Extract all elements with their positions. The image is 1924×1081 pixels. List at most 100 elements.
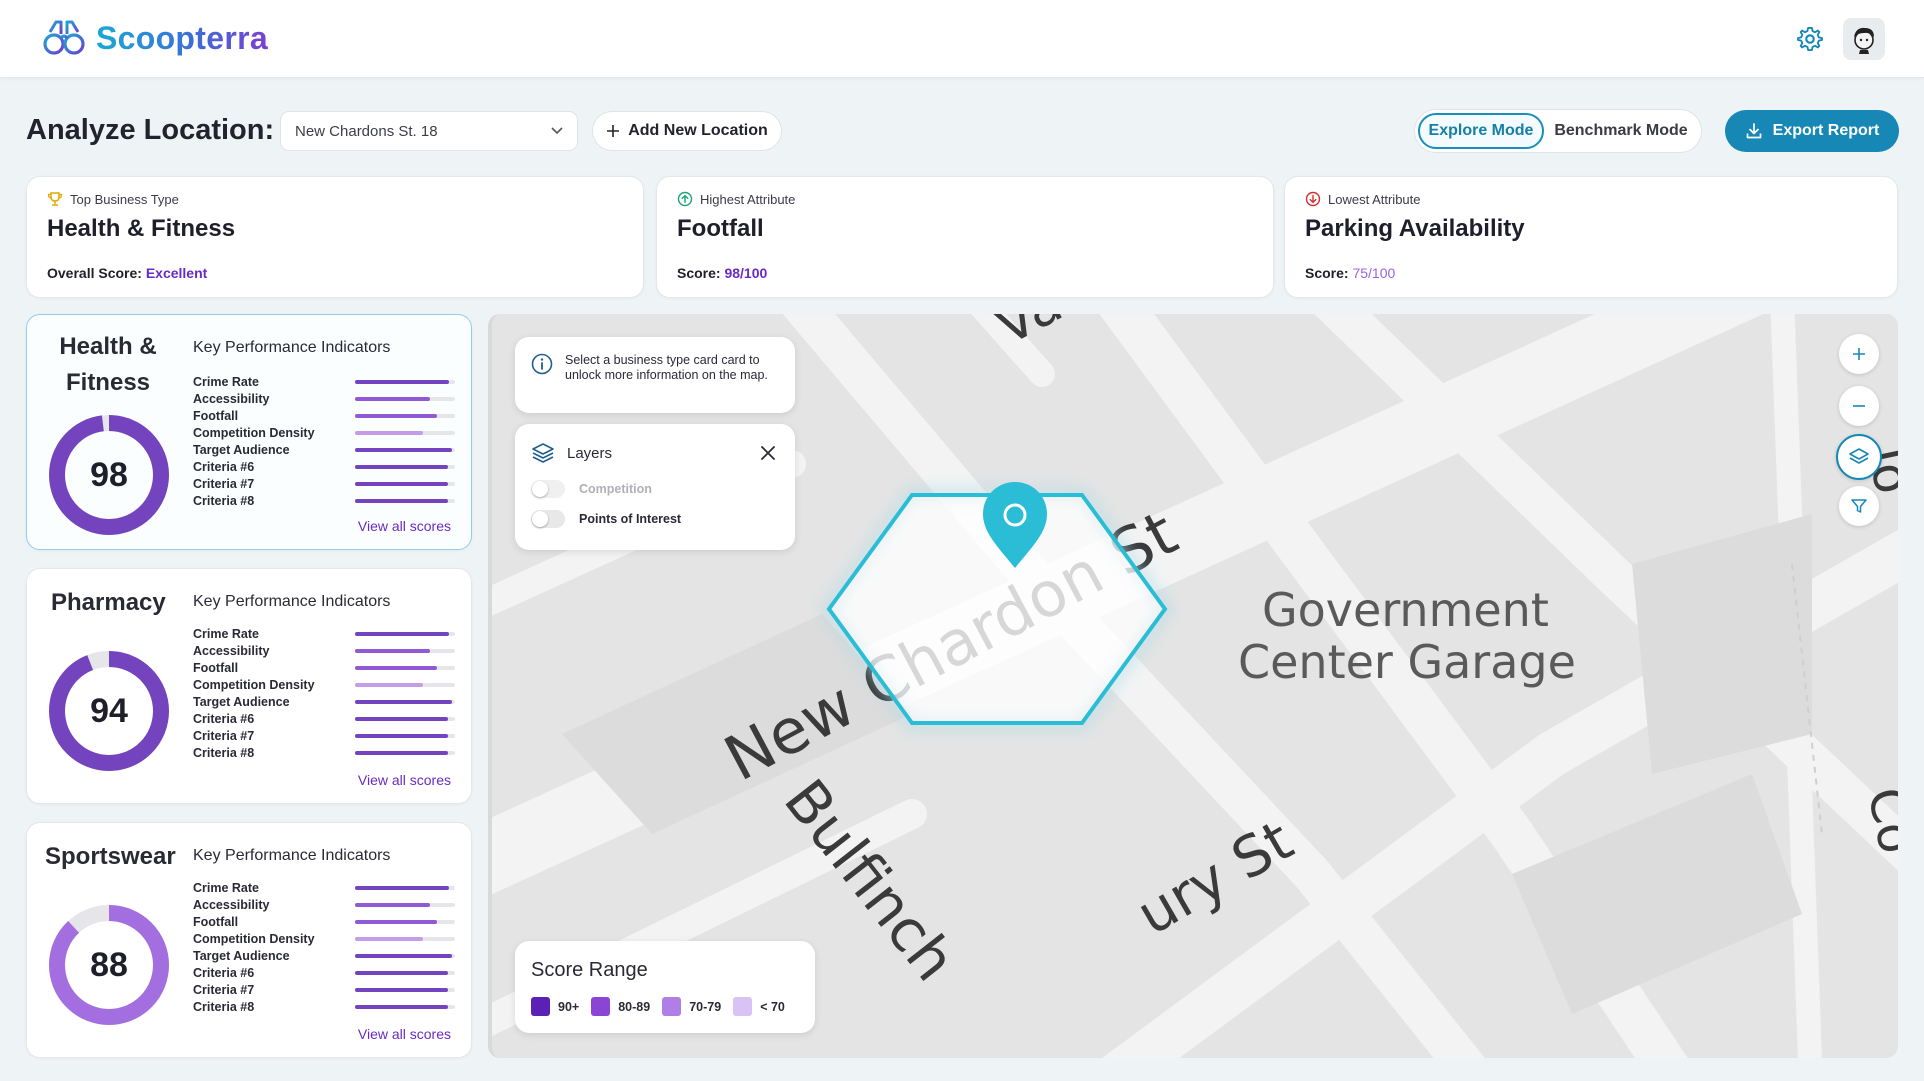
kpi-name: Criteria #8 [193,493,255,508]
explore-mode-button[interactable]: Explore Mode [1418,113,1544,149]
kpi-bar-fill [355,631,449,636]
info-icon [531,353,553,375]
score-donut: 98 [47,413,171,537]
analyze-title: Analyze Location: [26,114,275,146]
arrow-up-circle-icon [677,191,693,207]
trophy-icon [47,192,63,206]
kpi-bar-fill [355,665,437,670]
lowest-attribute-label: Lowest Attribute [1328,191,1421,207]
lowest-attribute-value: Parking Availability [1305,215,1525,242]
layers-title: Layers [567,444,613,462]
kpi-name: Criteria #6 [193,459,255,474]
kpi-name: Accessibility [193,897,270,912]
kpi-row: Accessibility [193,896,455,913]
arrow-down-circle-icon [1305,191,1321,207]
points-of-interest-toggle[interactable] [531,510,565,528]
top-business-type-label: Top Business Type [70,191,179,207]
kpi-bar-fill [355,682,423,687]
highest-score-label: Score: [677,265,721,281]
legend-item-below-70: < 70 [733,997,785,1016]
kpi-bar-fill [355,430,423,435]
benchmark-mode-button[interactable]: Benchmark Mode [1544,113,1698,149]
brand[interactable]: Scoopterra [42,16,268,60]
kpi-name: Crime Rate [193,880,259,895]
kpi-row: Criteria #7 [193,475,455,492]
kpi-bar [355,902,455,907]
kpi-row: Footfall [193,659,455,676]
kpi-name: Target Audience [193,694,290,709]
kpi-name: Target Audience [193,948,290,963]
layers-header: Layers [531,442,612,464]
view-all-scores-link[interactable]: View all scores [358,518,451,534]
score-value: 94 [90,691,128,730]
kpi-row: Accessibility [193,642,455,659]
zoom-out-button[interactable] [1839,386,1879,426]
competition-toggle[interactable] [531,480,565,498]
plus-icon [1853,348,1865,360]
legend-item-70-79: 70-79 [662,997,721,1016]
add-location-button[interactable]: Add New Location [592,111,782,151]
gear-icon[interactable] [1796,25,1824,53]
kpi-bar-fill [355,648,430,653]
kpi-bar-fill [355,919,437,924]
mode-toggle: Explore Mode Benchmark Mode [1414,109,1702,153]
kpi-row: Target Audience [193,947,455,964]
map-label-center-garage: Center Garage [1238,635,1576,689]
kpi-bar-fill [355,481,448,486]
kpi-bar [355,413,455,418]
highest-score-value: 98/100 [724,265,768,281]
kpi-bar-fill [355,699,452,704]
kpi-title: Key Performance Indicators [193,593,391,610]
kpi-bar [355,885,455,890]
business-card-health-fitness[interactable]: Health & Fitness 98 Key Performance Indi… [26,314,472,550]
kpi-row: Criteria #6 [193,710,455,727]
minus-icon [1853,405,1865,407]
kpi-row: Competition Density [193,424,455,441]
highest-attribute-value: Footfall [677,215,764,242]
location-select-value: New Chardons St. 18 [295,122,438,140]
kpi-bar [355,396,455,401]
kpi-row: Criteria #6 [193,964,455,981]
kpi-bar [355,750,455,755]
kpi-name: Footfall [193,408,239,423]
kpi-bar [355,665,455,670]
kpi-name: Competition Density [193,425,315,440]
export-report-label: Export Report [1772,122,1880,139]
kpi-bar [355,699,455,704]
kpi-row: Target Audience [193,693,455,710]
kpi-bar [355,447,455,452]
close-icon[interactable] [759,444,777,462]
kpi-name: Criteria #6 [193,711,255,726]
legend-swatch [733,997,753,1016]
export-report-button[interactable]: Export Report [1725,110,1899,152]
layers-button[interactable] [1836,434,1882,480]
layer-row-competition: Competition [531,480,652,498]
business-card-title: Health & Fitness [59,333,157,396]
view-all-scores-link[interactable]: View all scores [358,1026,451,1042]
kpi-row: Competition Density [193,930,455,947]
kpi-list: Crime Rate Accessibility Footfall Competiti… [193,879,455,1015]
kpi-bar-fill [355,987,448,992]
avatar[interactable] [1843,18,1885,60]
kpi-bar [355,430,455,435]
brand-name: Scoopterra [96,19,268,56]
kpi-bar [355,481,455,486]
kpi-bar [355,1004,455,1009]
zoom-in-button[interactable] [1839,334,1879,374]
business-card-sportswear[interactable]: Sportswear 88 Key Performance Indicators… [26,822,472,1058]
view-all-scores-link[interactable]: View all scores [358,772,451,788]
business-card-pharmacy[interactable]: Pharmacy 94 Key Performance Indicators C… [26,568,472,804]
kpi-name: Criteria #7 [193,476,255,491]
kpi-name: Accessibility [193,391,270,406]
kpi-name: Accessibility [193,643,270,658]
filter-button[interactable] [1839,486,1879,526]
kpi-bar [355,987,455,992]
location-select[interactable]: New Chardons St. 18 [280,111,578,151]
kpi-row: Criteria #8 [193,998,455,1015]
map-view[interactable]: Va New Chardon St Government Center Gara… [488,314,1898,1058]
kpi-name: Target Audience [193,442,290,457]
layer-competition-label: Competition [579,482,652,496]
kpi-row: Criteria #8 [193,492,455,509]
kpi-bar [355,682,455,687]
kpi-name: Criteria #8 [193,745,255,760]
